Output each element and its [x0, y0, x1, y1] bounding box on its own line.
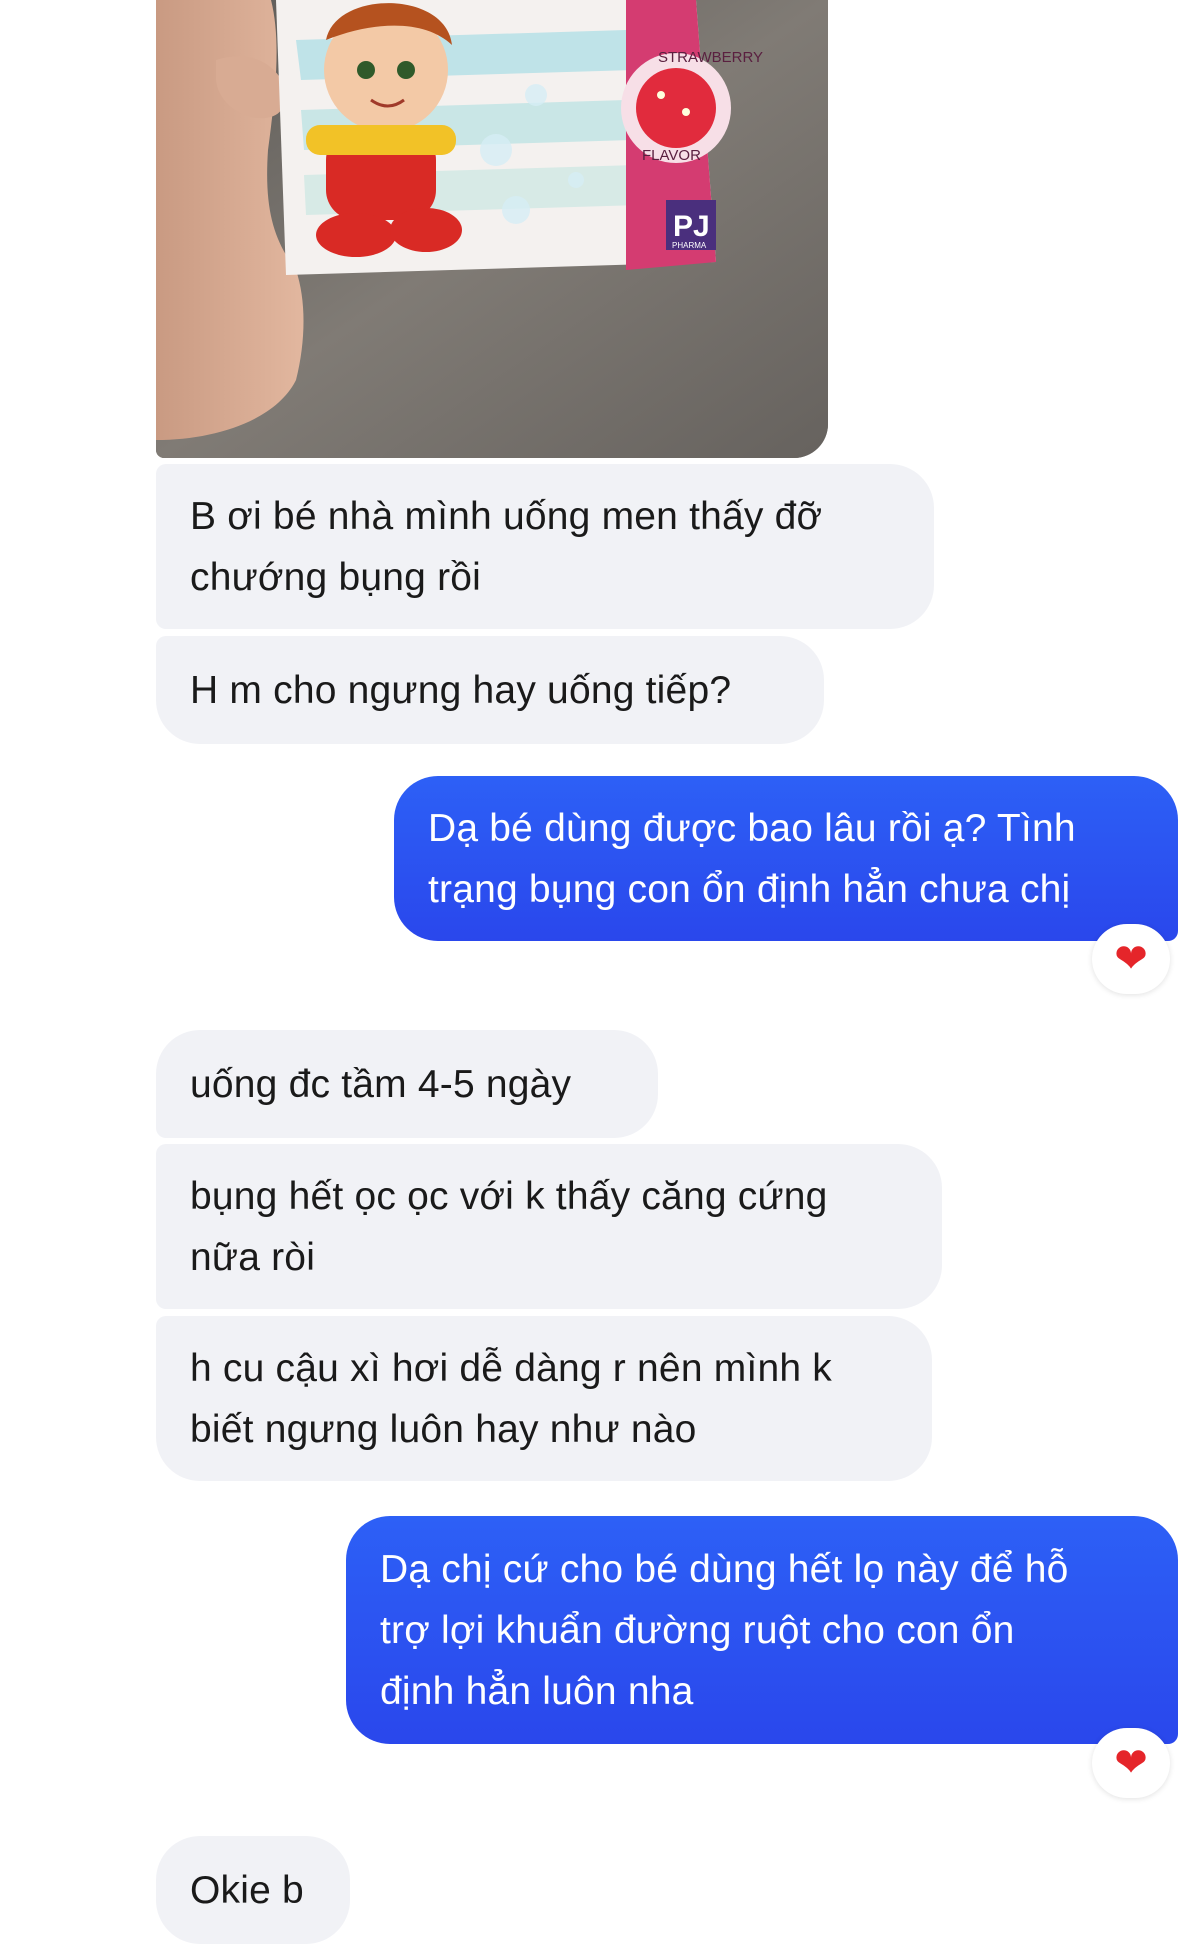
box-flavor-bottom: FLAVOR — [642, 147, 701, 164]
message-incoming[interactable]: Okie b — [156, 1836, 350, 1944]
box-brand-sub: PHARMA — [672, 241, 707, 250]
message-incoming[interactable]: B ơi bé nhà mình uống men thấy đỡ chướng… — [156, 464, 934, 629]
box-flavor-top: STRAWBERRY — [658, 49, 763, 66]
message-incoming[interactable]: bụng hết ọc ọc với k thấy căng cứng nữa … — [156, 1144, 942, 1309]
message-incoming[interactable]: h cu cậu xì hơi dễ dàng r nên mình k biế… — [156, 1316, 932, 1481]
medicine-box-image: STRAWBERRY FLAVOR PJ PHARMA — [156, 0, 828, 458]
message-outgoing[interactable]: Dạ chị cứ cho bé dùng hết lọ này để hỗ t… — [346, 1516, 1178, 1744]
box-brand: PJ — [673, 210, 710, 243]
message-incoming[interactable]: H m cho ngưng hay uống tiếp? — [156, 636, 824, 744]
shared-photo[interactable]: STRAWBERRY FLAVOR PJ PHARMA — [156, 0, 828, 458]
message-outgoing[interactable]: Dạ bé dùng được bao lâu rồi ạ? Tình trạn… — [394, 776, 1178, 941]
heart-reaction-icon[interactable]: ❤ — [1092, 1728, 1170, 1798]
message-incoming[interactable]: uống đc tầm 4-5 ngày — [156, 1030, 658, 1138]
heart-reaction-icon[interactable]: ❤ — [1092, 924, 1170, 994]
